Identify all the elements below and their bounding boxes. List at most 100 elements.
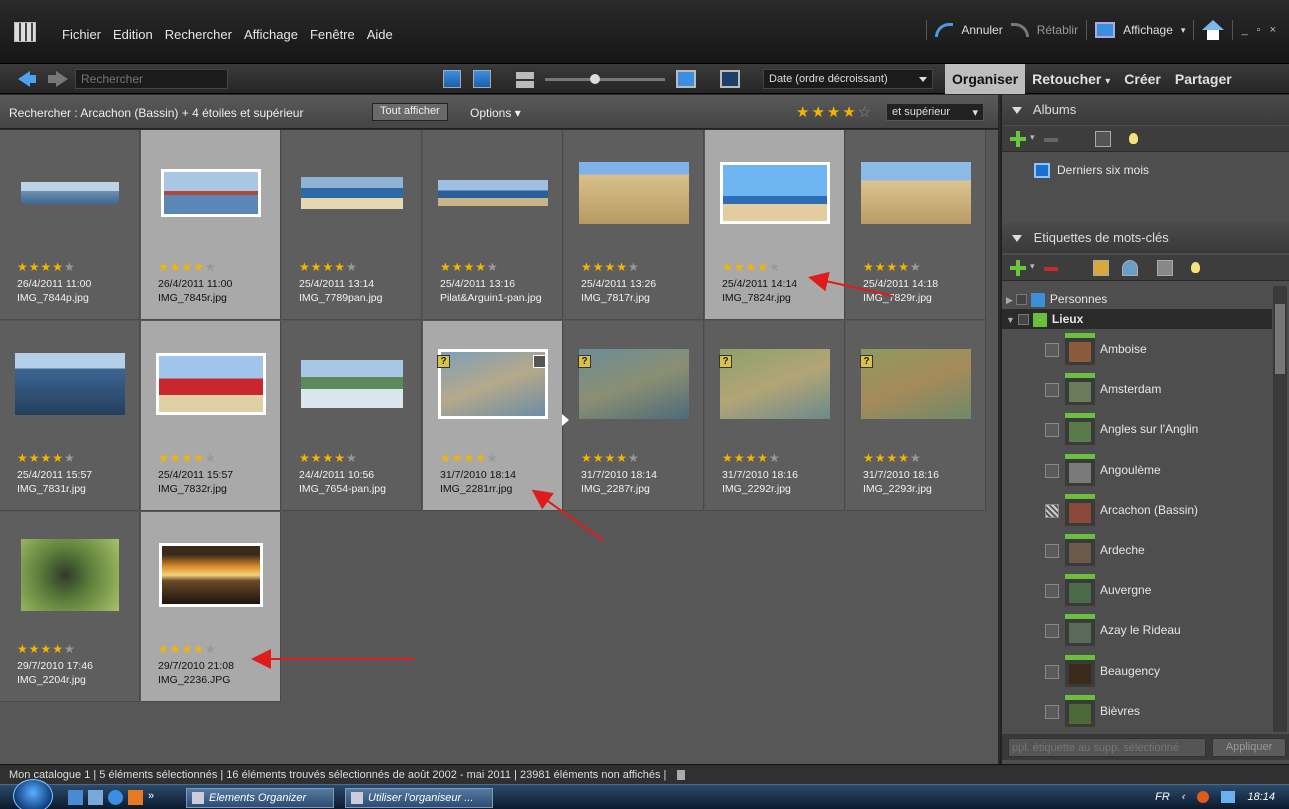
tag-checkbox[interactable]: [1045, 544, 1059, 558]
thumbnail-grid-icon[interactable]: [516, 70, 534, 88]
photo-thumbnail[interactable]: [161, 168, 261, 217]
photo-rating[interactable]: ★★★★★: [722, 451, 781, 465]
tag-checkbox[interactable]: [1045, 704, 1059, 719]
photo-thumbnail-cell[interactable]: ★★★★★ 25/4/2011 13:16 Pilat&Arguin1-pan.jp…: [423, 130, 563, 320]
app-icon[interactable]: [14, 22, 36, 42]
expand-triangle-icon[interactable]: ▶: [1006, 295, 1013, 306]
internet-explorer-icon[interactable]: [108, 790, 123, 805]
tag-view-icon[interactable]: [1157, 260, 1173, 276]
photo-thumbnail-cell[interactable]: ? ★★★★★ 31/7/2010 18:14 IMG_2281rr.jpg: [423, 321, 563, 511]
star-icons-filled[interactable]: ★★★★: [299, 260, 346, 274]
single-photo-icon[interactable]: [676, 70, 696, 88]
photo-thumbnail[interactable]: [15, 352, 125, 415]
window-controls[interactable]: _ ▫ ×: [1241, 24, 1279, 36]
remove-tag-icon[interactable]: [1044, 267, 1058, 271]
star-icons-empty[interactable]: ★: [910, 260, 922, 274]
star-icons-empty[interactable]: ★: [769, 260, 781, 274]
photo-thumbnail[interactable]: [579, 161, 689, 224]
forward-arrow-icon[interactable]: [56, 71, 68, 87]
photo-rating[interactable]: ★★★★★: [17, 260, 76, 274]
photo-thumbnail-cell[interactable]: ★★★★★ 25/4/2011 13:26 IMG_7817r.jpg: [564, 130, 704, 320]
zoom-slider-handle[interactable]: [590, 74, 600, 84]
album-item[interactable]: Derniers six mois: [1034, 163, 1149, 179]
apply-tag-input[interactable]: [1008, 738, 1206, 757]
search-input[interactable]: [75, 69, 228, 89]
menu-aide[interactable]: Aide: [367, 27, 393, 42]
chevron-down-icon[interactable]: ▾: [1030, 132, 1035, 143]
tag-checkbox[interactable]: [1045, 664, 1059, 679]
scrollbar-thumb[interactable]: [1275, 304, 1285, 374]
menu-rechercher[interactable]: Rechercher: [165, 27, 232, 42]
star-icons-empty[interactable]: ★: [346, 451, 358, 465]
photo-rating[interactable]: ★★★★★: [440, 260, 499, 274]
start-button[interactable]: [13, 779, 53, 809]
chevron-down-icon[interactable]: ▾: [1181, 25, 1186, 36]
tag-edit-icon[interactable]: [1093, 260, 1109, 276]
photo-thumbnail[interactable]: [861, 348, 971, 419]
photo-thumbnail[interactable]: [159, 542, 263, 607]
star-icons-filled[interactable]: ★★★★: [722, 260, 769, 274]
place-tag-row[interactable]: Azay le Rideau: [1002, 611, 1272, 651]
redo-button[interactable]: Rétablir: [1037, 23, 1078, 37]
place-tag-row[interactable]: Amsterdam: [1002, 370, 1272, 410]
remove-album-icon[interactable]: [1044, 138, 1058, 142]
star-icons-filled[interactable]: ★★★★: [17, 260, 64, 274]
rotate-left-icon[interactable]: [443, 70, 461, 88]
zoom-slider[interactable]: [545, 78, 665, 81]
star-icons-empty[interactable]: ★: [64, 451, 76, 465]
star-icons-filled[interactable]: ★★★★: [440, 451, 487, 465]
language-indicator[interactable]: FR: [1155, 791, 1170, 803]
volume-icon[interactable]: [1221, 791, 1236, 803]
photo-rating[interactable]: ★★★★★: [158, 260, 217, 274]
tab-partager[interactable]: Partager: [1168, 64, 1239, 94]
albums-panel-header[interactable]: Albums: [1002, 95, 1289, 125]
tab-retoucher[interactable]: Retoucher ▾: [1025, 64, 1117, 94]
photo-thumbnail-cell[interactable]: ★★★★★ 25/4/2011 15:57 IMG_7832r.jpg: [141, 321, 281, 511]
photo-thumbnail-cell[interactable]: ★★★★★ 29/7/2010 21:08 IMG_2236.JPG: [141, 512, 281, 702]
photo-rating[interactable]: ★★★★★: [440, 451, 499, 465]
photo-thumbnail[interactable]: [720, 348, 830, 419]
photo-thumbnail-cell[interactable]: ★★★★★ 25/4/2011 14:14 IMG_7824r.jpg: [705, 130, 845, 320]
star-icons-empty[interactable]: ★: [628, 451, 640, 465]
photo-rating[interactable]: ★★★★★: [158, 642, 217, 656]
show-desktop-icon[interactable]: [68, 790, 83, 805]
photo-thumbnail-cell[interactable]: ? ★★★★★ 31/7/2010 18:16 IMG_2292r.jpg: [705, 321, 845, 511]
star-icons-empty[interactable]: ★: [205, 260, 217, 274]
checkbox[interactable]: [1015, 294, 1027, 306]
edit-album-icon[interactable]: [1095, 131, 1111, 147]
photo-rating[interactable]: ★★★★★: [863, 260, 922, 274]
tag-checkbox[interactable]: [1045, 584, 1059, 599]
photo-rating[interactable]: ★★★★★: [299, 451, 358, 465]
chevron-left-icon[interactable]: ‹: [1182, 791, 1186, 803]
expand-stack-arrow-icon[interactable]: [562, 414, 569, 426]
place-tag-row[interactable]: Ardeche: [1002, 531, 1272, 571]
apply-button[interactable]: Appliquer: [1212, 738, 1286, 757]
place-tag-row[interactable]: Beaugency: [1002, 652, 1272, 692]
place-tag-row[interactable]: Angoulème: [1002, 451, 1272, 491]
star-icons-filled[interactable]: ★★★★: [299, 451, 346, 465]
home-icon[interactable]: [1202, 20, 1225, 40]
forward-arrow-icon-tail[interactable]: [48, 75, 56, 83]
tab-creer[interactable]: Créer: [1117, 64, 1168, 94]
photo-thumbnail[interactable]: [156, 352, 266, 415]
star-icons-filled[interactable]: ★★★★: [158, 451, 205, 465]
star-icons-empty[interactable]: ★: [64, 642, 76, 656]
photo-thumbnail[interactable]: [438, 348, 548, 419]
photo-thumbnail[interactable]: [21, 181, 119, 204]
add-album-icon[interactable]: [1010, 131, 1026, 147]
photo-thumbnail[interactable]: [301, 176, 403, 209]
rating-filter[interactable]: ★★★★☆: [796, 103, 873, 121]
star-icons-empty[interactable]: ★: [346, 260, 358, 274]
collapse-triangle-icon[interactable]: [1012, 235, 1022, 243]
photo-thumbnail[interactable]: [579, 348, 689, 419]
undo-icon[interactable]: [935, 23, 954, 37]
redo-icon[interactable]: [1010, 23, 1029, 37]
bulb-icon[interactable]: [1191, 262, 1200, 273]
tab-organiser[interactable]: Organiser: [945, 64, 1026, 94]
menu-fichier[interactable]: Fichier: [62, 27, 101, 42]
photo-rating[interactable]: ★★★★★: [17, 642, 76, 656]
place-tag-row[interactable]: Bièvres: [1002, 692, 1272, 732]
switch-windows-icon[interactable]: [88, 790, 103, 805]
checkbox[interactable]: [1017, 314, 1029, 326]
star-icons-empty[interactable]: ★: [769, 451, 781, 465]
